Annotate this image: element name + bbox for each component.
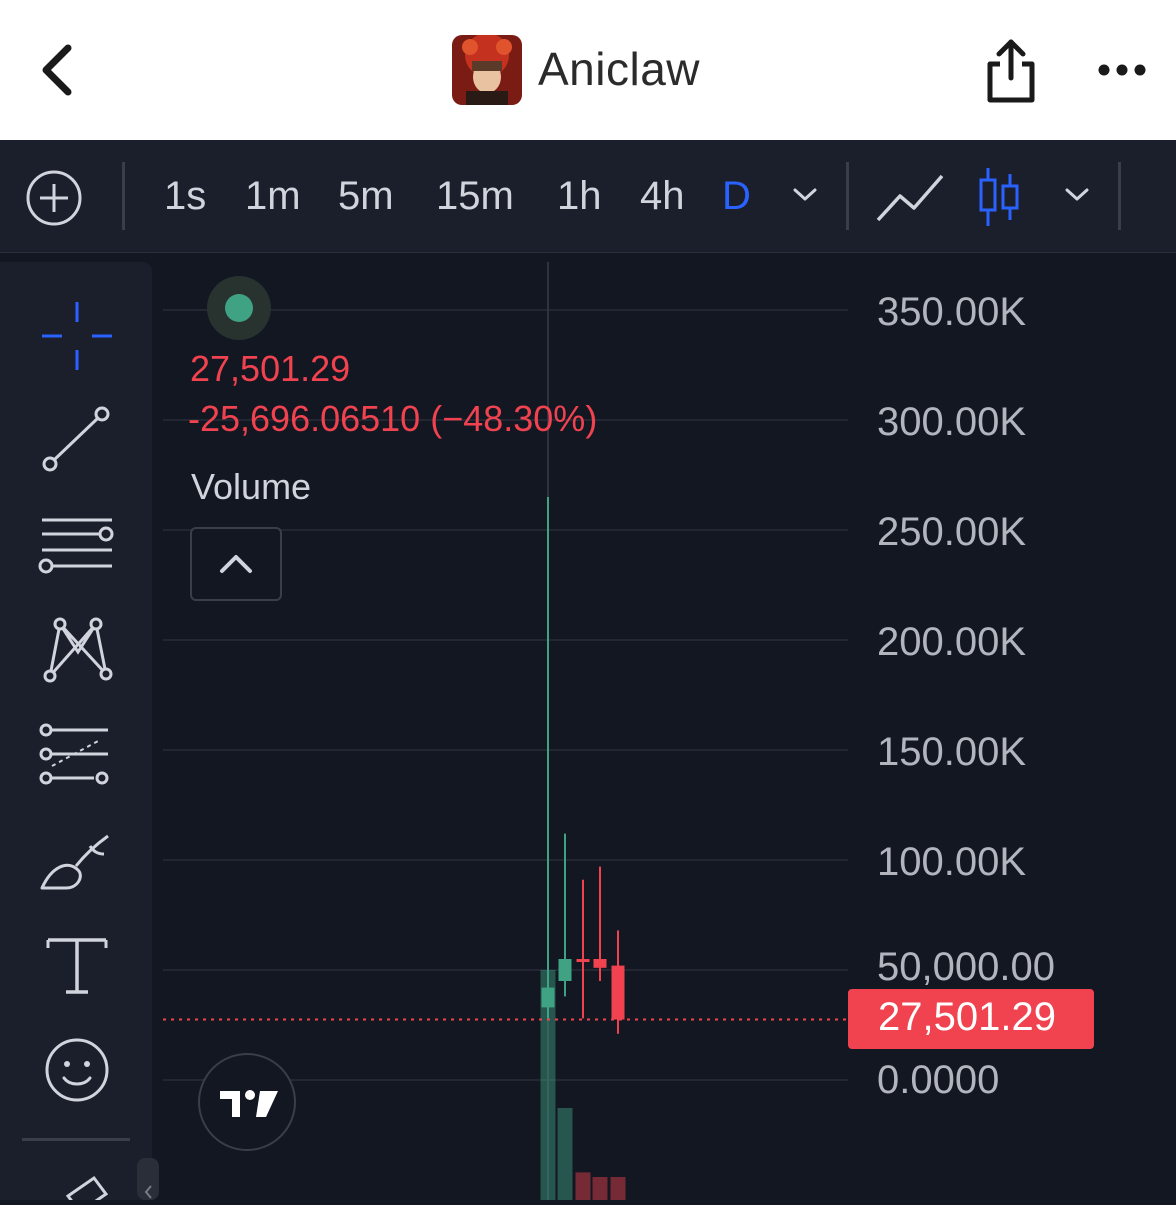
legend-change: -25,696.06510 (−48.30%)	[188, 398, 598, 439]
trend-line-icon[interactable]	[38, 400, 116, 478]
candle-body	[593, 959, 607, 968]
last-price-label: 27,501.29	[848, 989, 1094, 1049]
ruler-icon[interactable]	[38, 1162, 116, 1200]
price-axis-label: 0.0000	[877, 1058, 1000, 1102]
price-axis-label: 350.00K	[877, 290, 1027, 334]
price-axis-label: 250.00K	[877, 510, 1027, 554]
sidebar-collapse-handle[interactable]	[137, 1158, 159, 1200]
toolbar-divider	[846, 162, 849, 230]
timeframe-4h[interactable]: 4h	[640, 174, 685, 219]
back-chevron-icon[interactable]	[34, 40, 84, 100]
timeframe-1s[interactable]: 1s	[164, 174, 206, 219]
price-axis-label: 100.00K	[877, 840, 1027, 884]
pattern-icon[interactable]	[38, 612, 116, 690]
share-icon[interactable]	[980, 36, 1042, 106]
token-avatar	[452, 35, 522, 105]
price-axis-label: 300.00K	[877, 400, 1027, 444]
token-name: Aniclaw	[538, 43, 701, 95]
volume-bar	[592, 1177, 608, 1200]
toolbar-divider	[122, 162, 125, 230]
price-axis-label: 200.00K	[877, 620, 1027, 664]
timeframe-1m[interactable]: 1m	[245, 174, 301, 219]
chart-toolbar: 1s 1m 5m 15m 1h 4h D	[0, 140, 1176, 253]
candle-body	[576, 959, 590, 962]
timeframe-5m[interactable]: 5m	[338, 174, 394, 219]
toolbar-divider	[1118, 162, 1121, 230]
market-status-dot	[225, 294, 253, 322]
price-axis-label: 50,000.00	[877, 945, 1055, 989]
sidebar-divider	[22, 1138, 130, 1141]
volume-bar	[557, 1108, 573, 1200]
volume-bar	[575, 1172, 591, 1200]
horizontal-lines-icon[interactable]	[38, 506, 116, 584]
emoji-icon[interactable]	[38, 1032, 116, 1110]
text-tool-icon[interactable]	[38, 930, 116, 1008]
drawing-tools-sidebar	[0, 262, 152, 1200]
volume-bar	[610, 1177, 626, 1200]
add-indicator-icon[interactable]	[24, 168, 84, 228]
legend-price: 27,501.29	[190, 348, 351, 389]
market-status-indicator	[207, 276, 271, 340]
fib-retracement-icon[interactable]	[38, 718, 116, 796]
chart-type-chevron-down-icon[interactable]	[1062, 180, 1092, 210]
timeframe-15m[interactable]: 15m	[436, 174, 514, 219]
tradingview-logo-icon	[220, 1090, 278, 1117]
candle-body	[541, 987, 555, 1008]
timeframe-1h[interactable]: 1h	[557, 174, 602, 219]
header-bar: Aniclaw	[0, 0, 1176, 140]
tradingview-logo[interactable]	[198, 1053, 296, 1151]
candlestick-chart-icon[interactable]	[974, 166, 1024, 228]
line-chart-icon[interactable]	[874, 170, 946, 226]
brush-icon[interactable]	[38, 826, 116, 904]
more-dots-icon[interactable]	[1094, 55, 1154, 85]
collapse-legend-button[interactable]	[190, 527, 282, 601]
timeframe-d[interactable]: D	[722, 174, 751, 219]
volume-label: Volume	[191, 466, 312, 507]
crosshair-icon[interactable]	[38, 298, 116, 376]
candle-body	[558, 959, 572, 981]
chevron-up-icon	[220, 555, 252, 573]
price-axis-label: 150.00K	[877, 730, 1027, 774]
candle-body	[611, 965, 625, 1020]
timeframe-chevron-down-icon[interactable]	[790, 180, 820, 210]
